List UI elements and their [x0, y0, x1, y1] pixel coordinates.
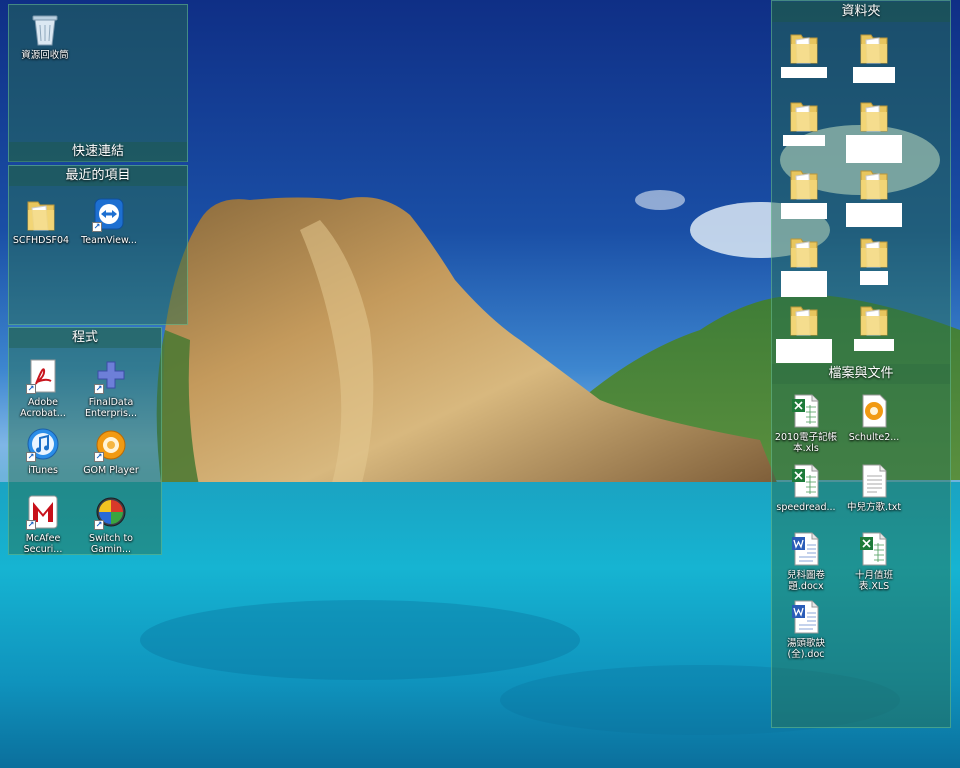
recent-item-label: SCFHDSF04 — [12, 235, 70, 246]
folder-item[interactable] — [772, 29, 836, 78]
folder-icon — [787, 165, 821, 201]
recent-item-scfhdsf04[interactable]: SCFHDSF04 — [9, 196, 73, 246]
shortcut-arrow-icon: ↗ — [94, 520, 104, 530]
folder-item[interactable] — [772, 233, 836, 297]
fence-title-recent[interactable]: 最近的項目 — [9, 166, 187, 186]
program-mcafee[interactable]: ↗ McAfee Securi... — [11, 494, 75, 555]
teamviewer-icon: ↗ — [92, 196, 126, 232]
folder-icon — [787, 97, 821, 133]
fence-title-quick-links[interactable]: 快速連結 — [9, 142, 187, 162]
folder-label-redacted — [853, 67, 895, 83]
itunes-icon: ↗ — [26, 426, 60, 462]
shortcut-arrow-icon: ↗ — [92, 222, 102, 232]
program-label: iTunes — [28, 465, 58, 476]
program-gom-player[interactable]: ↗ GOM Player — [79, 426, 143, 476]
document-label: speedread... — [776, 502, 836, 513]
folder-item[interactable] — [772, 165, 836, 219]
folder-icon — [787, 301, 821, 337]
gom-player-icon: ↗ — [94, 426, 128, 462]
folder-icon — [787, 233, 821, 269]
program-adobe-acrobat[interactable]: ↗ Adobe Acrobat... — [11, 358, 75, 419]
folder-item[interactable] — [772, 301, 836, 363]
folder-item[interactable] — [842, 97, 906, 163]
document-item[interactable]: 兒科圖卷題.docx — [774, 531, 838, 592]
fence-title-documents[interactable]: 檔案與文件 — [772, 364, 950, 384]
fence-desktop[interactable]: 資源回收筒 快速連結 — [8, 4, 188, 162]
folder-label-redacted — [846, 135, 902, 163]
folder-label-redacted — [860, 271, 888, 285]
excel-file-icon — [789, 393, 823, 429]
folder-icon — [857, 97, 891, 133]
document-item[interactable]: 中兒方歌.txt — [842, 463, 906, 513]
excel-file-icon — [857, 531, 891, 567]
document-label: 十月值班表.XLS — [854, 570, 893, 592]
shortcut-arrow-icon: ↗ — [26, 452, 36, 462]
recycle-bin[interactable]: 資源回收筒 — [13, 11, 77, 61]
document-item[interactable]: Schulte2... — [842, 393, 906, 443]
fence-programs[interactable]: 程式 ↗ Adobe Acrobat... ↗ FinalData Enterp… — [8, 327, 162, 555]
folder-icon — [787, 29, 821, 65]
fence-recent-items[interactable]: 最近的項目 SCFHDSF04 ↗ TeamView... — [8, 165, 188, 325]
document-item[interactable]: 2010電子記帳本.xls — [774, 393, 838, 454]
document-item[interactable]: 湯頭歌訣(全).doc — [774, 599, 838, 660]
recycle-bin-label: 資源回收筒 — [21, 50, 69, 61]
mcafee-icon: ↗ — [26, 494, 60, 530]
fence-folders[interactable]: 資料夾 檔案與文件 2010電子記帳本.xls Schulte2... spee… — [771, 0, 951, 728]
document-item[interactable]: 十月值班表.XLS — [842, 531, 906, 592]
program-label: Adobe Acrobat... — [20, 397, 66, 419]
program-label: Switch to Gamin... — [89, 533, 133, 555]
document-label: 中兒方歌.txt — [846, 502, 902, 513]
document-label: 2010電子記帳本.xls — [774, 432, 838, 454]
gom-file-icon — [857, 393, 891, 429]
shortcut-arrow-icon: ↗ — [26, 520, 36, 530]
fence-title-folders[interactable]: 資料夾 — [772, 2, 950, 22]
folder-item[interactable] — [842, 233, 906, 285]
recent-item-label: TeamView... — [81, 235, 137, 246]
folder-icon — [24, 196, 58, 232]
folder-label-redacted — [781, 67, 827, 78]
folder-item[interactable] — [842, 301, 906, 351]
text-file-icon — [857, 463, 891, 499]
folder-icon — [857, 301, 891, 337]
document-label: 兒科圖卷題.docx — [786, 570, 825, 592]
folder-label-redacted — [846, 203, 902, 227]
folder-icon — [857, 29, 891, 65]
document-item[interactable]: speedread... — [774, 463, 838, 513]
folder-icon — [857, 233, 891, 269]
adobe-acrobat-icon: ↗ — [26, 358, 60, 394]
folder-label-redacted — [776, 339, 832, 363]
excel-file-icon — [789, 463, 823, 499]
recycle-bin-icon — [28, 11, 62, 47]
switch-gaming-icon: ↗ — [94, 494, 128, 530]
program-label: FinalData Enterpris... — [84, 397, 138, 419]
document-label: Schulte2... — [848, 432, 900, 443]
folder-label-redacted — [781, 271, 827, 297]
folder-icon — [857, 165, 891, 201]
folder-label-redacted — [781, 203, 827, 219]
program-label: GOM Player — [83, 465, 139, 476]
shortcut-arrow-icon: ↗ — [94, 384, 104, 394]
word-file-icon — [789, 599, 823, 635]
shortcut-arrow-icon: ↗ — [94, 452, 104, 462]
folder-item[interactable] — [842, 29, 906, 83]
folder-item[interactable] — [842, 165, 906, 227]
program-label: McAfee Securi... — [23, 533, 63, 555]
shortcut-arrow-icon: ↗ — [26, 384, 36, 394]
word-file-icon — [789, 531, 823, 567]
program-switch-to-gaming[interactable]: ↗ Switch to Gamin... — [79, 494, 143, 555]
document-label: 湯頭歌訣(全).doc — [786, 638, 825, 660]
folder-label-redacted — [854, 339, 894, 351]
folder-label-redacted — [783, 135, 825, 146]
finaldata-icon: ↗ — [94, 358, 128, 394]
program-finaldata[interactable]: ↗ FinalData Enterpris... — [79, 358, 143, 419]
program-itunes[interactable]: ↗ iTunes — [11, 426, 75, 476]
folder-item[interactable] — [772, 97, 836, 146]
fence-title-programs[interactable]: 程式 — [9, 328, 161, 348]
recent-item-teamviewer[interactable]: ↗ TeamView... — [77, 196, 141, 246]
